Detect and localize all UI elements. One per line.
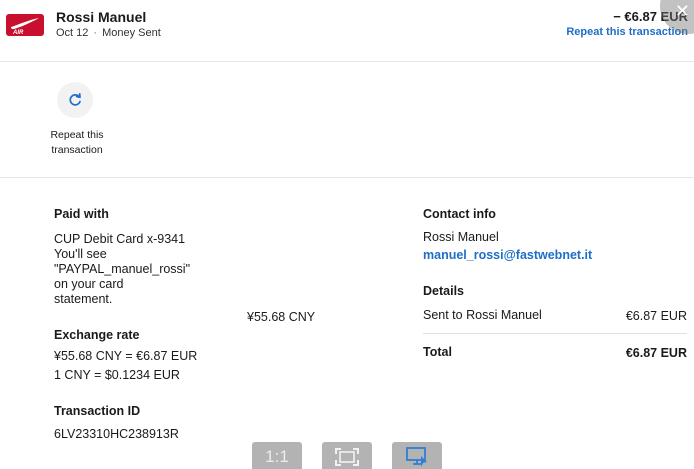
contact-info-title: Contact info bbox=[423, 207, 496, 221]
transaction-id-title: Transaction ID bbox=[54, 404, 141, 418]
close-icon[interactable]: ✕ bbox=[675, 2, 690, 20]
statement-note-line: statement. bbox=[54, 292, 113, 306]
actual-size-label: 1:1 bbox=[265, 447, 289, 466]
sent-to-label: Sent to Rossi Manuel bbox=[423, 308, 542, 322]
meta-separator: · bbox=[93, 27, 98, 39]
transaction-meta: Oct 12 · Money Sent bbox=[56, 27, 161, 39]
actual-size-button[interactable]: 1:1 bbox=[252, 442, 302, 469]
statement-note-line: "PAYPAL_manuel_rossi" bbox=[54, 262, 191, 276]
exchange-rate-title: Exchange rate bbox=[54, 328, 140, 342]
transaction-date: Oct 12 bbox=[56, 27, 89, 39]
total-label: Total bbox=[423, 345, 452, 359]
exchange-rate-conversion: ¥55.68 CNY = €6.87 EUR bbox=[54, 349, 198, 363]
transaction-header: AIR Rossi Manuel Oct 12 · Money Sent − €6.… bbox=[0, 0, 694, 62]
quick-actions: Repeat this transaction bbox=[0, 62, 694, 178]
total-amount: €6.87 EUR bbox=[625, 346, 687, 360]
fit-screen-button[interactable] bbox=[322, 442, 372, 469]
display-settings-button[interactable] bbox=[392, 442, 442, 469]
merchant-name: Rossi Manuel bbox=[56, 9, 147, 25]
details-title: Details bbox=[423, 284, 464, 298]
sent-amount: €6.87 EUR bbox=[625, 309, 687, 323]
contact-email-link[interactable]: manuel_rossi@fastwebnet.it bbox=[423, 248, 592, 263]
refresh-icon bbox=[69, 93, 81, 106]
transaction-type: Money Sent bbox=[102, 27, 161, 39]
statement-note-line: on your card bbox=[54, 277, 124, 291]
transaction-id: 6LV23310HC238913R bbox=[54, 427, 179, 441]
statement-note-line: You'll see bbox=[54, 247, 107, 261]
fit-screen-icon bbox=[335, 448, 359, 466]
details-divider bbox=[423, 333, 687, 334]
contact-name: Rossi Manuel bbox=[423, 230, 499, 244]
repeat-transaction-button[interactable] bbox=[57, 82, 93, 118]
svg-text:AIR: AIR bbox=[12, 30, 24, 36]
exchange-rate-unit: 1 CNY = $0.1234 EUR bbox=[54, 368, 180, 382]
paid-amount-cny: ¥55.68 CNY bbox=[247, 310, 316, 324]
repeat-transaction-label[interactable]: Repeat this transaction bbox=[44, 128, 110, 158]
display-settings-icon bbox=[406, 447, 427, 467]
nike-air-logo: AIR bbox=[6, 14, 44, 36]
payment-card: CUP Debit Card x-9341 bbox=[54, 232, 186, 246]
paid-with-title: Paid with bbox=[54, 207, 109, 221]
